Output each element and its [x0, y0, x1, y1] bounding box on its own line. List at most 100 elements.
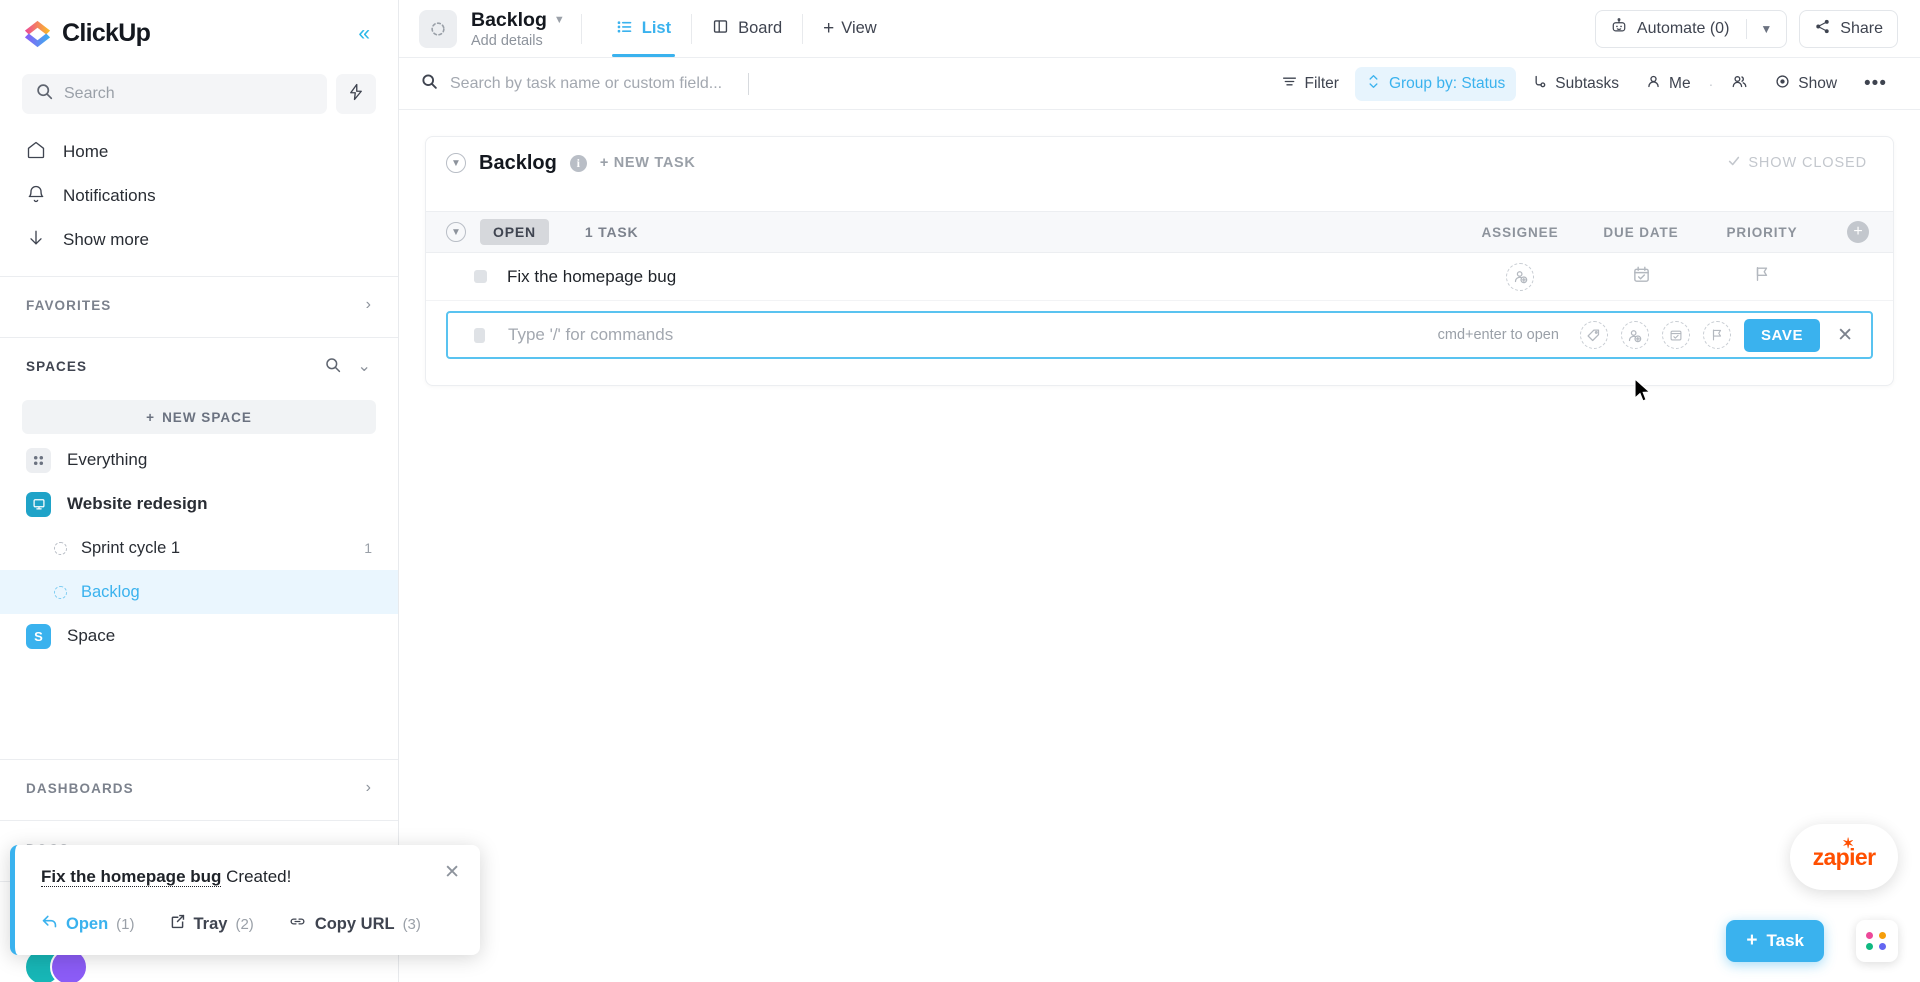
automate-button[interactable]: Automate (0) ▼: [1594, 9, 1788, 48]
share-button[interactable]: Share: [1799, 9, 1898, 48]
column-header-priority[interactable]: PRIORITY: [1701, 225, 1823, 240]
add-task-label: Task: [1766, 931, 1805, 950]
cell-priority[interactable]: [1701, 265, 1823, 288]
add-details-link[interactable]: Add details: [471, 33, 565, 49]
column-header-due-date[interactable]: DUE DATE: [1581, 225, 1701, 240]
sidebar-item-space[interactable]: S Space: [0, 614, 398, 658]
zapier-widget[interactable]: ✶ zapier: [1790, 824, 1898, 890]
apps-grid-button[interactable]: [1856, 920, 1898, 962]
column-header-assignee[interactable]: ASSIGNEE: [1459, 225, 1581, 240]
task-search-placeholder: Search by task name or custom field...: [450, 74, 723, 92]
chevron-down-circle-icon[interactable]: ▼: [446, 153, 466, 173]
share-label: Share: [1840, 19, 1883, 37]
chevron-down-circle-icon[interactable]: ▼: [446, 222, 466, 242]
info-icon[interactable]: i: [569, 154, 587, 172]
sidebar-search-row: Search: [0, 66, 398, 122]
spaces-search-icon[interactable]: [325, 357, 341, 376]
divider: [580, 13, 582, 44]
toast-close-icon[interactable]: ✕: [444, 863, 460, 882]
grid-icon: [26, 447, 51, 473]
sidebar-collapse-icon[interactable]: «: [352, 19, 376, 48]
sidebar-section-favorites[interactable]: FAVORITES ›: [0, 277, 398, 333]
sidebar-item-label: Notifications: [63, 186, 156, 205]
sidebar-item-website-redesign[interactable]: Website redesign: [0, 482, 398, 526]
automate-label: Automate (0): [1636, 19, 1730, 37]
home-icon: [26, 140, 46, 165]
quick-action-button[interactable]: [336, 74, 376, 114]
toast-actions: Open (1) Tray (2) Copy URL (3): [41, 913, 456, 935]
zapier-star-icon: ✶: [1842, 834, 1854, 851]
me-filter-button[interactable]: Me: [1635, 67, 1702, 101]
lightning-bolt-icon: [347, 83, 365, 106]
toast-task-name[interactable]: Fix the homepage bug: [41, 867, 222, 887]
list-status-icon: [54, 585, 67, 599]
table-row[interactable]: Fix the homepage bug: [426, 253, 1893, 301]
tag-icon[interactable]: [1579, 321, 1608, 349]
cell-assignee[interactable]: [1459, 262, 1581, 291]
show-closed-label: SHOW CLOSED: [1748, 155, 1867, 171]
sidebar-item-notifications[interactable]: Notifications: [0, 174, 398, 218]
plus-circle-icon[interactable]: +: [1847, 221, 1869, 243]
sidebar-item-sprint-cycle-1[interactable]: Sprint cycle 1 1: [0, 526, 398, 570]
subtasks-button[interactable]: Subtasks: [1521, 67, 1630, 101]
calendar-icon[interactable]: [1661, 321, 1690, 349]
toast-suffix: Created!: [221, 867, 292, 886]
cell-due-date[interactable]: [1581, 265, 1701, 289]
task-name[interactable]: Fix the homepage bug: [507, 267, 676, 287]
cmd-enter-hint: cmd+enter to open: [1437, 327, 1559, 343]
sidebar-item-backlog[interactable]: Backlog: [0, 570, 398, 614]
filter-button[interactable]: Filter: [1271, 67, 1350, 101]
sidebar-section-dashboards[interactable]: DASHBOARDS ›: [0, 760, 398, 816]
show-closed-toggle[interactable]: SHOW CLOSED: [1727, 154, 1867, 172]
tab-board[interactable]: Board: [694, 0, 800, 57]
sidebar-section-spaces[interactable]: SPACES ⌄: [0, 338, 398, 394]
tab-list[interactable]: List: [598, 0, 689, 57]
add-assignee-icon[interactable]: [1506, 262, 1534, 291]
new-space-button[interactable]: + NEW SPACE: [22, 400, 376, 434]
task-count-label: 1 TASK: [584, 224, 639, 240]
drag-handle[interactable]: [474, 270, 487, 283]
toast-copy-url-button[interactable]: Copy URL (3): [288, 913, 421, 935]
sidebar-item-home[interactable]: Home: [0, 130, 398, 174]
section-label: SPACES: [26, 358, 88, 374]
flag-icon[interactable]: [1753, 265, 1771, 288]
show-button[interactable]: Show: [1764, 67, 1848, 101]
group-title: Backlog: [479, 151, 557, 174]
more-options-button[interactable]: •••: [1853, 72, 1898, 96]
status-badge[interactable]: OPEN: [480, 219, 549, 245]
sidebar-item-everything[interactable]: Everything: [0, 438, 398, 482]
chevron-down-icon[interactable]: ▼: [1760, 22, 1772, 36]
toast-action-shortcut: (1): [116, 915, 135, 933]
apps-dot: [1866, 943, 1873, 950]
subtask-icon: [1532, 74, 1547, 94]
chevron-down-icon[interactable]: ▼: [554, 14, 565, 26]
new-task-button[interactable]: + NEW TASK: [600, 155, 696, 171]
toast-tray-button[interactable]: Tray (2): [169, 913, 254, 935]
tab-add-view[interactable]: + View: [805, 0, 895, 57]
tab-label: List: [641, 19, 672, 37]
link-icon: [288, 913, 307, 935]
new-task-input-row[interactable]: Type '/' for commands cmd+enter to open: [446, 311, 1873, 359]
close-icon[interactable]: ✕: [1833, 324, 1857, 347]
add-assignee-icon[interactable]: [1620, 321, 1649, 349]
brand-logo[interactable]: ClickUp: [22, 18, 151, 49]
chevron-down-icon[interactable]: ⌄: [357, 356, 372, 376]
flag-icon[interactable]: [1702, 321, 1731, 349]
view-topbar: Backlog ▼ Add details List Board + View …: [399, 0, 1920, 58]
list-avatar: [419, 9, 457, 48]
task-search-input[interactable]: Search by task name or custom field...: [421, 72, 750, 95]
list-count: 1: [364, 540, 372, 556]
save-button[interactable]: SAVE: [1743, 318, 1821, 352]
add-task-fab[interactable]: + Task: [1726, 920, 1824, 962]
group-by-button[interactable]: Group by: Status: [1354, 66, 1517, 101]
toast-open-button[interactable]: Open (1): [41, 913, 135, 935]
sidebar-item-show-more[interactable]: Show more: [0, 218, 398, 262]
calendar-icon[interactable]: [1632, 265, 1651, 289]
search-input[interactable]: Search: [22, 74, 327, 114]
people-filter-button[interactable]: [1720, 67, 1759, 101]
drag-handle[interactable]: [474, 327, 485, 343]
apps-dot: [1866, 932, 1873, 939]
list-label: Backlog: [81, 582, 140, 601]
chevron-right-icon: ›: [365, 779, 372, 796]
reply-arrow-icon: [41, 913, 58, 935]
